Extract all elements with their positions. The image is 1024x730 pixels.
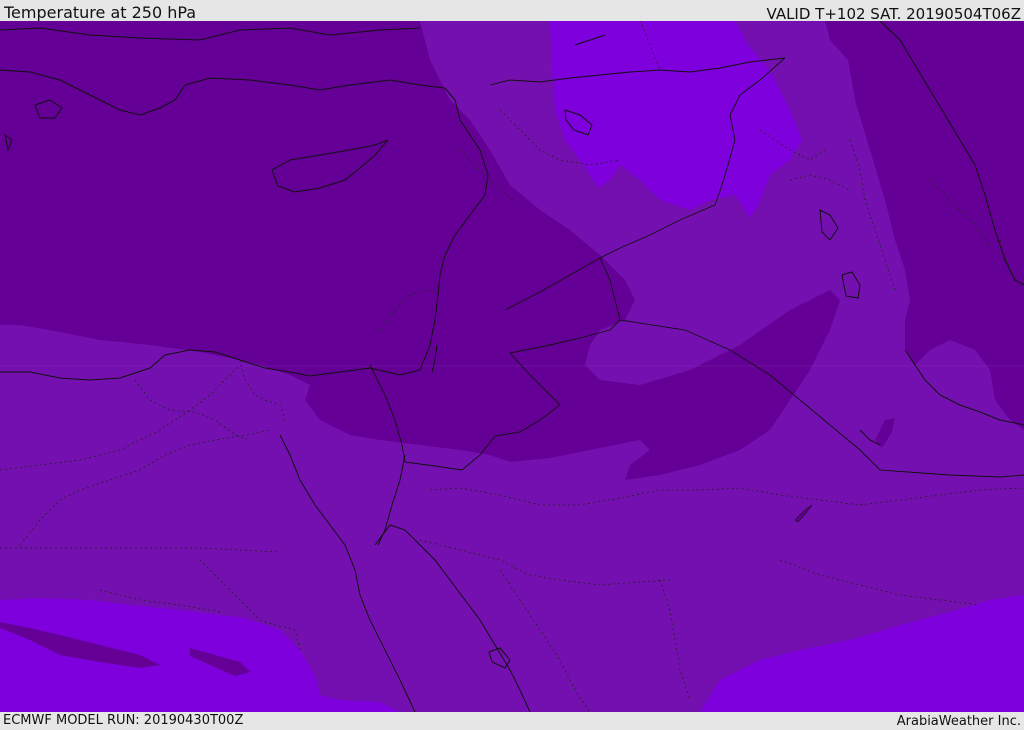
header-bar: Temperature at 250 hPa VALID T+102 SAT. …: [0, 0, 1024, 23]
credit: ArabiaWeather Inc.: [896, 714, 1021, 729]
footer-bar: ECMWF MODEL RUN: 20190430T00Z ArabiaWeat…: [0, 712, 1024, 729]
temperature-map: [0, 21, 1024, 712]
model-run: ECMWF MODEL RUN: 20190430T00Z: [3, 713, 244, 728]
map-title: Temperature at 250 hPa: [4, 3, 197, 22]
